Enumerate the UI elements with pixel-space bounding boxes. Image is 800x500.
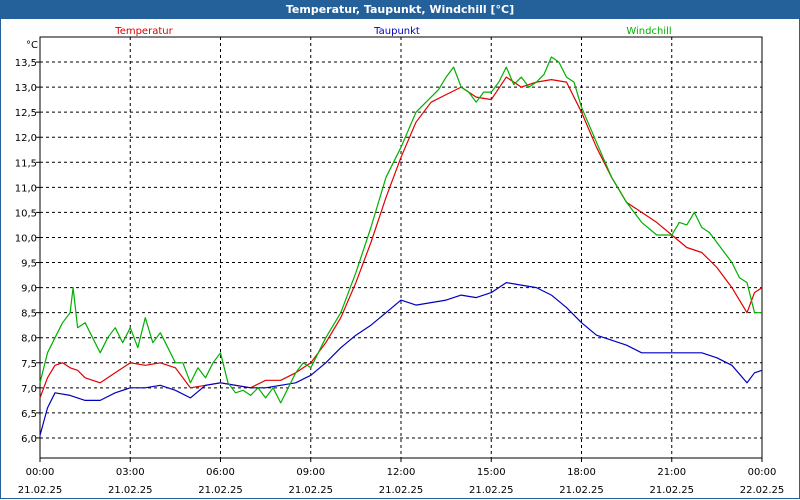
y-tick-label: 12,0 — [15, 133, 37, 144]
y-tick-label: 11,5 — [15, 158, 37, 169]
y-tick-label: 12,5 — [15, 108, 37, 119]
x-tick-time-label: 06:00 — [206, 467, 235, 478]
x-tick-date-label: 21.02.25 — [288, 485, 333, 496]
legend-entry: Windchill — [626, 26, 671, 37]
x-tick-time-label: 18:00 — [567, 467, 596, 478]
y-tick-label: 6,5 — [21, 409, 37, 420]
x-tick-date-label: 21.02.25 — [649, 485, 694, 496]
x-tick-time-label: 21:00 — [657, 467, 686, 478]
x-tick-time-label: 00:00 — [26, 467, 55, 478]
x-tick-time-label: 03:00 — [116, 467, 145, 478]
legend-entry: Taupunkt — [373, 26, 420, 37]
y-tick-label: 13,0 — [15, 83, 37, 94]
y-tick-label: 10,5 — [15, 208, 37, 219]
x-tick-date-label: 21.02.25 — [559, 485, 604, 496]
x-tick-time-label: 00:00 — [748, 467, 777, 478]
legend-entry: Temperatur — [114, 26, 173, 37]
y-tick-label: 9,5 — [21, 259, 37, 270]
x-tick-time-label: 15:00 — [477, 467, 506, 478]
y-tick-label: 10,0 — [15, 233, 37, 244]
series-lines — [39, 56, 763, 436]
x-tick-date-label: 21.02.25 — [469, 485, 514, 496]
x-tick-time-label: 12:00 — [387, 467, 416, 478]
y-tick-label: 7,0 — [21, 384, 37, 395]
y-axis-unit-label: °C — [26, 40, 38, 51]
x-tick-date-label: 21.02.25 — [198, 485, 243, 496]
y-tick-label: 9,0 — [21, 284, 37, 295]
y-tick-label: 8,5 — [21, 309, 37, 320]
y-tick-label: 13,5 — [15, 58, 37, 69]
grid-lines — [40, 37, 762, 458]
y-tick-label: 7,5 — [21, 359, 37, 370]
x-tick-date-label: 21.02.25 — [108, 485, 153, 496]
x-tick-date-label: 22.02.25 — [740, 485, 785, 496]
y-tick-label: 6,0 — [21, 434, 37, 445]
x-tick-time-label: 09:00 — [296, 467, 325, 478]
x-tick-date-label: 21.02.25 — [18, 485, 63, 496]
legend: Temperatur Taupunkt Windchill — [114, 26, 671, 37]
y-tick-label: 8,0 — [21, 334, 37, 345]
y-tick-label: 11,0 — [15, 183, 37, 194]
x-axis-ticks: 00:00 21.02.25 03:00 21.02.25 06:00 21.02.25 0… — [18, 458, 785, 496]
x-tick-date-label: 21.02.25 — [379, 485, 424, 496]
line-chart: 6,0 6,5 7,0 7,5 8,0 8,5 9,0 9,5 10,0 10,5 11,0 11,5… — [15, 26, 785, 496]
y-axis-ticks: 6,0 6,5 7,0 7,5 8,0 8,5 9,0 9,5 10,0 10,5 11,0 11,5… — [15, 58, 40, 445]
